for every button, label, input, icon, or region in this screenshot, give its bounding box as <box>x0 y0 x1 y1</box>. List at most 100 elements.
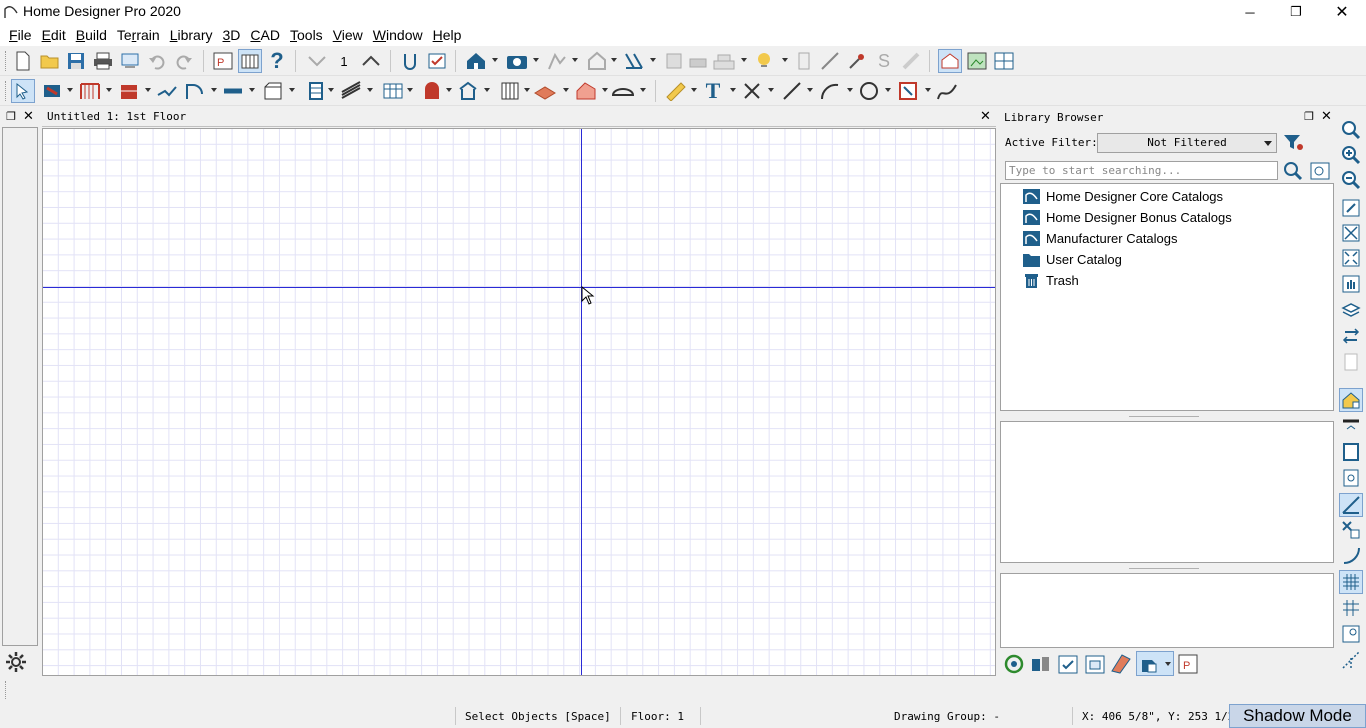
chevron-down-icon[interactable] <box>106 88 112 92</box>
splitter-handle[interactable] <box>1129 568 1199 569</box>
bumping-icon[interactable] <box>1339 622 1363 646</box>
drawing-canvas[interactable] <box>42 128 996 676</box>
light-bulb-icon[interactable] <box>754 49 778 73</box>
angle-snap-icon[interactable] <box>1339 493 1363 517</box>
chevron-down-icon[interactable] <box>650 58 656 62</box>
zoom-out-icon[interactable] <box>1339 168 1363 192</box>
checklist-icon[interactable] <box>425 49 449 73</box>
help-icon[interactable]: ? <box>265 48 289 73</box>
3d-view-icon[interactable] <box>965 49 989 73</box>
chevron-down-icon[interactable] <box>611 58 617 62</box>
chevron-down-icon[interactable] <box>563 88 569 92</box>
floor-plan-icon[interactable] <box>712 49 736 73</box>
library-object-icon[interactable] <box>1084 653 1108 675</box>
door-swing-icon[interactable] <box>183 79 207 103</box>
walkthrough-icon[interactable] <box>545 49 569 73</box>
house-outline-icon[interactable] <box>585 49 609 73</box>
menu-edit[interactable]: Edit <box>37 25 71 45</box>
plan-view-toggle-icon[interactable] <box>938 49 962 73</box>
chevron-down-icon[interactable] <box>446 88 452 92</box>
chevron-down-icon[interactable] <box>691 88 697 92</box>
floor-down-icon[interactable] <box>305 49 329 73</box>
library-item-core-catalogs[interactable]: Home Designer Core Catalogs <box>1023 186 1223 206</box>
layout-view-icon[interactable] <box>238 49 262 73</box>
eraser-icon[interactable] <box>899 49 923 73</box>
wall-layer-icon[interactable] <box>1339 413 1363 437</box>
page-search-icon[interactable] <box>1339 466 1363 490</box>
close-panel-icon[interactable]: ✕ <box>23 108 34 124</box>
camera-icon[interactable] <box>505 49 529 73</box>
zoom-icon[interactable] <box>1339 118 1363 142</box>
fill-window-icon[interactable] <box>1339 221 1363 245</box>
layers-icon[interactable] <box>1339 298 1363 322</box>
door-icon[interactable] <box>792 49 816 73</box>
shadow-mode-button[interactable]: Shadow Mode <box>1229 704 1366 728</box>
search-icon[interactable] <box>1282 160 1304 182</box>
undo-icon[interactable] <box>145 49 169 73</box>
chevron-down-icon[interactable] <box>847 88 853 92</box>
menu-3d[interactable]: 3D <box>218 25 246 45</box>
restore-panel-icon[interactable]: ❐ <box>1304 110 1314 123</box>
spline-icon[interactable] <box>935 79 959 103</box>
view-options-button[interactable] <box>1136 651 1174 676</box>
elevation-icon[interactable] <box>622 49 646 73</box>
redo-icon[interactable] <box>172 49 196 73</box>
cad-arc-icon[interactable] <box>818 79 842 103</box>
chevron-down-icon[interactable] <box>524 88 530 92</box>
splitter-handle[interactable] <box>1129 416 1199 417</box>
active-filter-select[interactable]: Not Filtered <box>1097 133 1277 153</box>
save-icon[interactable] <box>64 49 88 73</box>
chevron-down-icon[interactable] <box>145 88 151 92</box>
toolbar-grip[interactable] <box>5 51 8 71</box>
camera-view-house-icon[interactable] <box>464 49 488 73</box>
dimension-icon[interactable] <box>664 79 688 103</box>
printer-stack-icon[interactable] <box>686 49 710 73</box>
print-icon[interactable] <box>91 49 115 73</box>
railing-icon[interactable] <box>78 79 102 103</box>
filter-icon[interactable] <box>1283 132 1305 154</box>
chevron-down-icon[interactable] <box>602 88 608 92</box>
pan-hand-icon[interactable] <box>1339 272 1363 296</box>
text-tool-icon[interactable]: T <box>701 78 725 103</box>
restore-button[interactable]: ❐ <box>1273 0 1319 24</box>
tile-windows-icon[interactable] <box>992 49 1016 73</box>
menu-tools[interactable]: Tools <box>285 25 328 45</box>
window-tool-icon[interactable] <box>221 79 245 103</box>
arc-snap-icon[interactable] <box>1339 543 1363 567</box>
undo-zoom-icon[interactable] <box>1339 196 1363 220</box>
close-drawing-icon[interactable]: ✕ <box>980 108 991 124</box>
chevron-down-icon[interactable] <box>640 88 646 92</box>
chevron-down-icon[interactable] <box>807 88 813 92</box>
material-icon[interactable] <box>574 79 598 103</box>
chevron-down-icon[interactable] <box>768 88 774 92</box>
page-outline-icon[interactable] <box>1339 440 1363 464</box>
layer-icon[interactable] <box>662 49 686 73</box>
chevron-down-icon[interactable] <box>741 58 747 62</box>
library-item-user-catalog[interactable]: User Catalog <box>1023 249 1122 269</box>
floor-up-icon[interactable] <box>359 49 383 73</box>
display-options-icon[interactable] <box>1339 388 1363 412</box>
plan-reference-icon[interactable]: P <box>1177 653 1199 675</box>
gear-icon[interactable] <box>5 651 27 673</box>
menu-view[interactable]: View <box>328 25 368 45</box>
menu-terrain[interactable]: Terrain <box>112 25 165 45</box>
chevron-down-icon[interactable] <box>328 88 334 92</box>
cad-line-icon[interactable] <box>780 79 804 103</box>
chevron-down-icon[interactable] <box>289 88 295 92</box>
chevron-down-icon[interactable] <box>533 58 539 62</box>
eyedropper-icon[interactable] <box>845 49 869 73</box>
library-item-manufacturer-catalogs[interactable]: Manufacturer Catalogs <box>1023 228 1178 248</box>
library-search-input[interactable]: Type to start searching... <box>1005 161 1278 180</box>
library-item-trash[interactable]: Trash <box>1023 270 1079 290</box>
slab-icon[interactable] <box>533 79 557 103</box>
toolbar-grip[interactable] <box>5 81 8 101</box>
menu-library[interactable]: Library <box>165 25 218 45</box>
cad-circle-icon[interactable] <box>857 79 881 103</box>
object-snap-icon[interactable] <box>1339 518 1363 542</box>
print-preview-icon[interactable] <box>118 49 142 73</box>
chevron-down-icon[interactable] <box>67 88 73 92</box>
close-panel-icon[interactable]: ✕ <box>1321 108 1332 124</box>
allow-intersections-icon[interactable] <box>1339 648 1363 672</box>
catalog-tools-icon[interactable] <box>1030 653 1052 675</box>
select-objects-icon[interactable] <box>11 79 35 103</box>
